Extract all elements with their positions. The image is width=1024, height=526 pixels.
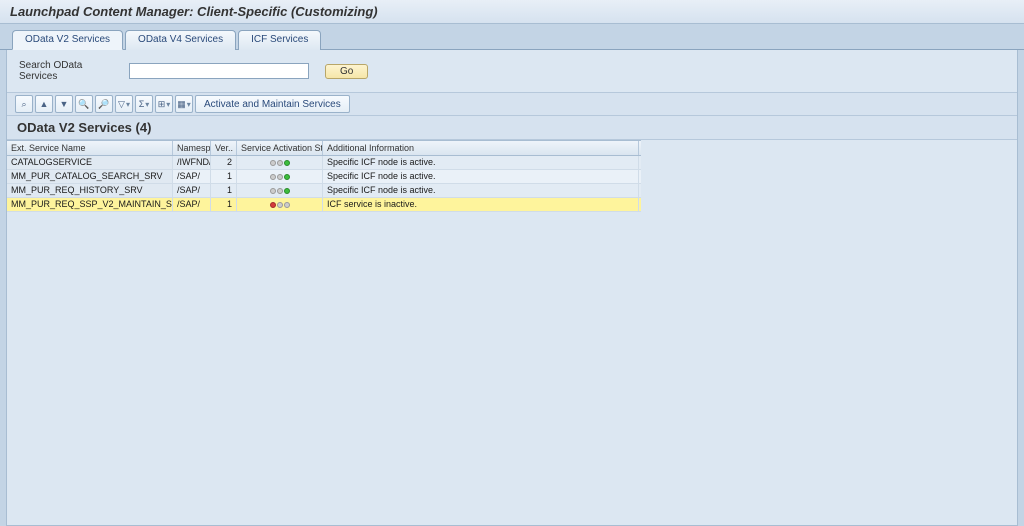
cell-info: ICF service is inactive. bbox=[323, 198, 639, 211]
search-input[interactable] bbox=[129, 63, 309, 79]
tab-strip: OData V2 ServicesOData V4 ServicesICF Se… bbox=[0, 24, 1024, 50]
cell-version: 1 bbox=[211, 198, 237, 211]
cell-version: 2 bbox=[211, 156, 237, 169]
cell-version: 1 bbox=[211, 184, 237, 197]
cell-status bbox=[237, 184, 323, 197]
cell-status bbox=[237, 156, 323, 169]
table-header: Ext. Service Name Namespace Ver.. Servic… bbox=[7, 140, 641, 156]
cell-info: Specific ICF node is active. bbox=[323, 156, 639, 169]
services-table: Ext. Service Name Namespace Ver.. Servic… bbox=[7, 140, 641, 212]
table-row[interactable]: MM_PUR_CATALOG_SEARCH_SRV/SAP/1 Specific … bbox=[7, 170, 641, 184]
export-icon[interactable]: ⊞▾ bbox=[155, 95, 173, 113]
section-title: OData V2 Services (4) bbox=[7, 116, 1017, 140]
cell-namespace: /SAP/ bbox=[173, 184, 211, 197]
search-label: Search OData Services bbox=[19, 60, 123, 82]
cell-info: Specific ICF node is active. bbox=[323, 184, 639, 197]
cell-service-name: MM_PUR_REQ_HISTORY_SRV bbox=[7, 184, 173, 197]
table-row[interactable]: MM_PUR_REQ_SSP_V2_MAINTAIN_SRV/SAP/1 ICF … bbox=[7, 198, 641, 212]
cell-status bbox=[237, 198, 323, 211]
tab-odata-v4-services[interactable]: OData V4 Services bbox=[125, 30, 236, 50]
col-version[interactable]: Ver.. bbox=[211, 141, 237, 155]
cell-service-name: MM_PUR_CATALOG_SEARCH_SRV bbox=[7, 170, 173, 183]
tab-odata-v2-services[interactable]: OData V2 Services bbox=[12, 30, 123, 50]
activate-maintain-button[interactable]: Activate and Maintain Services bbox=[195, 95, 350, 113]
tab-content: Search OData Services Go ⌕ ▲ ▼ 🔍 🔎 ▽▾ Σ▾… bbox=[6, 50, 1018, 526]
traffic-light-icon bbox=[270, 188, 290, 194]
table-row[interactable]: CATALOGSERVICE/IWFND/2 Specific ICF node … bbox=[7, 156, 641, 170]
go-button[interactable]: Go bbox=[325, 64, 368, 79]
table-body: CATALOGSERVICE/IWFND/2 Specific ICF node … bbox=[7, 156, 641, 212]
col-namespace[interactable]: Namespace bbox=[173, 141, 211, 155]
cell-info: Specific ICF node is active. bbox=[323, 170, 639, 183]
cell-service-name: CATALOGSERVICE bbox=[7, 156, 173, 169]
col-additional-info[interactable]: Additional Information bbox=[323, 141, 639, 155]
traffic-light-icon bbox=[270, 202, 290, 208]
cell-namespace: /SAP/ bbox=[173, 198, 211, 211]
col-service-name[interactable]: Ext. Service Name bbox=[7, 141, 173, 155]
services-toolbar: ⌕ ▲ ▼ 🔍 🔎 ▽▾ Σ▾ ⊞▾ ▦▾ Activate and Maint… bbox=[7, 92, 1017, 116]
col-activation-status[interactable]: Service Activation Status bbox=[237, 141, 323, 155]
cell-status bbox=[237, 170, 323, 183]
sort-asc-icon[interactable]: ▲ bbox=[35, 95, 53, 113]
cell-version: 1 bbox=[211, 170, 237, 183]
search-row: Search OData Services Go bbox=[7, 50, 1017, 92]
find-next-icon[interactable]: 🔎 bbox=[95, 95, 113, 113]
table-row[interactable]: MM_PUR_REQ_HISTORY_SRV/SAP/1 Specific ICF… bbox=[7, 184, 641, 198]
sort-desc-icon[interactable]: ▼ bbox=[55, 95, 73, 113]
total-icon[interactable]: Σ▾ bbox=[135, 95, 153, 113]
traffic-light-icon bbox=[270, 160, 290, 166]
tab-icf-services[interactable]: ICF Services bbox=[238, 30, 321, 50]
layout-icon[interactable]: ▦▾ bbox=[175, 95, 193, 113]
traffic-light-icon bbox=[270, 174, 290, 180]
find-icon[interactable]: 🔍 bbox=[75, 95, 93, 113]
cell-service-name: MM_PUR_REQ_SSP_V2_MAINTAIN_SRV bbox=[7, 198, 173, 211]
page-title: Launchpad Content Manager: Client-Specif… bbox=[0, 0, 1024, 24]
cell-namespace: /SAP/ bbox=[173, 170, 211, 183]
detail-icon[interactable]: ⌕ bbox=[15, 95, 33, 113]
cell-namespace: /IWFND/ bbox=[173, 156, 211, 169]
filter-icon[interactable]: ▽▾ bbox=[115, 95, 133, 113]
